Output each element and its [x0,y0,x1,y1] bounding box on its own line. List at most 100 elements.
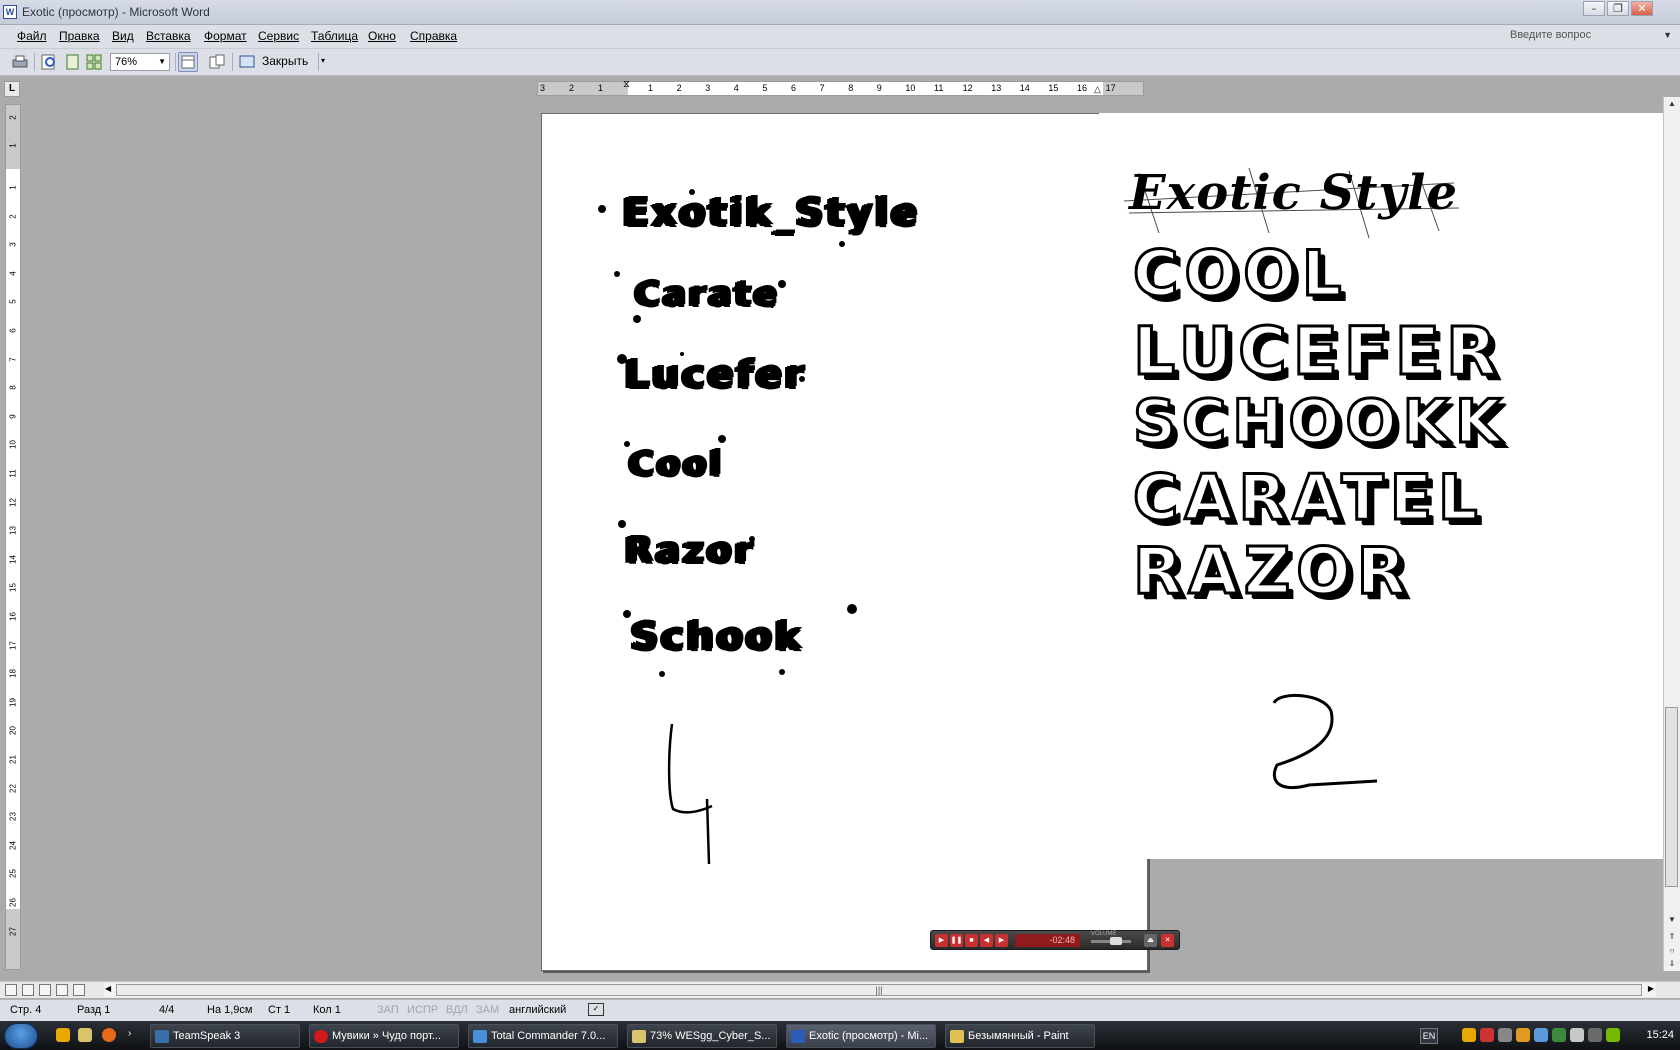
menu-tools[interactable]: Сервис [258,29,299,43]
ruler-number: 7 [819,83,825,93]
ruler-number: 16 [1077,83,1088,93]
nvidia-icon[interactable] [1606,1028,1620,1042]
right-indent-marker-icon[interactable]: △ [1094,84,1101,95]
minimize-icon[interactable]: – [1583,1,1605,16]
clock[interactable]: 15:24 [1646,1029,1674,1041]
chevron-right-icon[interactable]: › [128,1028,131,1039]
scroll-thumb[interactable] [1665,707,1678,887]
task-download[interactable]: 73% WESgg_Cyber_S... [627,1024,777,1048]
menu-view[interactable]: Вид [112,29,134,43]
quicklaunch-icon[interactable] [56,1028,70,1042]
volume-icon[interactable] [1570,1028,1584,1042]
toolbar-separator [175,53,176,71]
print-preview-toolbar: 76% ▼ Закрыть ▾ [0,49,1680,76]
task-opera[interactable]: Мувики » Чудо порт... [309,1024,459,1048]
chevron-down-icon[interactable]: ▼ [158,54,166,70]
tab-selector[interactable]: L [4,81,20,97]
web-view-icon[interactable] [22,984,34,996]
ruler-number: 5 [762,83,768,93]
print-icon[interactable] [10,52,30,72]
task-word[interactable]: Exotic (просмотр) - Mi... [786,1024,936,1048]
multiple-pages-icon[interactable] [84,52,104,72]
horizontal-ruler[interactable]: 3 2 1 1 2 3 4 5 6 7 8 9 10 11 12 13 14 15 16 17 ⧖ △ [537,79,1144,96]
menu-file[interactable]: Файл [17,29,47,43]
play-icon[interactable]: ▶ [935,934,948,947]
task-teamspeak[interactable]: TeamSpeak 3 [150,1024,300,1048]
menu-edit[interactable]: Правка [59,29,100,43]
task-total-commander[interactable]: Total Commander 7.0... [468,1024,618,1048]
print-view-icon[interactable] [39,984,51,996]
status-overtype[interactable]: ЗАМ [476,1004,499,1016]
scroll-thumb[interactable]: ||| [116,984,1642,996]
next-page-icon[interactable]: ⇓ [1664,959,1680,968]
tray-app-icon[interactable] [1516,1028,1530,1042]
restore-icon[interactable]: ❐ [1607,1,1629,16]
ruler-number: 9 [876,83,882,93]
scroll-right-icon[interactable]: ▶ [1648,984,1654,993]
next-icon[interactable]: ▶ [995,934,1008,947]
pause-icon[interactable] [1462,1028,1476,1042]
task-paint[interactable]: Безымянный - Paint [945,1024,1095,1048]
status-language[interactable]: английский [509,1004,566,1016]
outline-view-icon[interactable] [56,984,68,996]
scroll-up-icon[interactable]: ▲ [1664,99,1680,108]
magnifier-icon[interactable] [39,52,59,72]
language-indicator[interactable]: EN [1420,1028,1438,1044]
menu-insert[interactable]: Вставка [146,29,191,43]
toolbar-separator [318,53,319,71]
horizontal-scrollbar[interactable]: ◀ ||| ▶ [104,983,1656,997]
tray-app-icon[interactable] [1552,1028,1566,1042]
ask-question-input[interactable]: Введите вопрос [1510,29,1650,46]
pause-icon[interactable]: ❚❚ [950,934,963,947]
tray-app-icon[interactable] [1534,1028,1548,1042]
stop-icon[interactable]: ■ [965,934,978,947]
word-app-icon[interactable]: W [3,5,17,19]
reading-view-icon[interactable] [73,984,85,996]
zoom-dropdown[interactable]: 76% ▼ [110,53,170,71]
paint-canvas[interactable]: Exotic Style COOL LUCEFER SCHOOKK CARATE… [1099,113,1665,859]
one-page-icon[interactable] [62,52,82,72]
status-track-changes[interactable]: ИСПР [407,1004,438,1016]
close-icon[interactable]: ✕ [1161,934,1174,947]
toolbar-separator [34,53,35,71]
status-extend[interactable]: ВДЛ [446,1004,468,1016]
volume-knob[interactable] [1109,937,1122,945]
document-page[interactable]: Exotik_Style Carate Lucefer Cool Razor S… [541,113,1148,971]
folder-icon[interactable] [78,1028,92,1042]
firefox-icon[interactable] [102,1028,116,1042]
tray-app-icon[interactable] [1588,1028,1602,1042]
ruler-number: 1 [8,143,18,148]
media-player[interactable]: ▶ ❚❚ ■ ◀ ▶ -02:48 VOLUME ⏏ ✕ [930,930,1180,950]
status-record[interactable]: ЗАП [377,1004,399,1016]
menu-window[interactable]: Окно [368,29,396,43]
spelling-book-icon[interactable]: ✓ [588,1003,604,1016]
close-preview-button[interactable]: Закрыть [262,54,308,68]
vertical-scrollbar[interactable]: ▲ ▼ ⇑ ○ ⇓ [1663,97,1680,971]
prev-icon[interactable]: ◀ [980,934,993,947]
chevron-down-icon[interactable]: ▼ [1663,30,1672,40]
shrink-to-fit-icon[interactable] [207,52,227,72]
eject-icon[interactable]: ⏏ [1144,934,1157,947]
network-icon[interactable] [1498,1028,1512,1042]
vertical-ruler[interactable]: 2 1 1 2 3 4 5 6 7 8 9 10 11 12 13 14 15 16 17 18 19 20 21 22 23 2… [5,104,21,970]
menu-table[interactable]: Таблица [311,29,358,43]
indent-marker-icon[interactable]: ⧖ [623,79,630,90]
full-screen-icon[interactable] [237,52,257,72]
menu-help[interactable]: Справка [410,29,457,43]
normal-view-icon[interactable] [5,984,17,996]
ruler-number: 18 [8,669,18,679]
bubble-word: LUCEFER [1132,312,1503,392]
view-ruler-icon[interactable] [178,52,198,72]
ruler-margin-left [538,82,628,95]
scroll-down-icon[interactable]: ▼ [1664,915,1680,924]
scroll-left-icon[interactable]: ◀ [105,984,111,993]
menu-format[interactable]: Формат [204,29,247,43]
browse-object-icon[interactable]: ○ [1664,946,1680,955]
prev-page-icon[interactable]: ⇑ [1664,932,1680,941]
ruler-number: 23 [8,812,18,822]
close-icon[interactable]: ✕ [1631,1,1653,16]
start-button[interactable] [4,1023,38,1049]
toolbar-options-icon[interactable]: ▾ [321,56,325,65]
ruler-number: 3 [540,83,546,93]
antivirus-icon[interactable] [1480,1028,1494,1042]
